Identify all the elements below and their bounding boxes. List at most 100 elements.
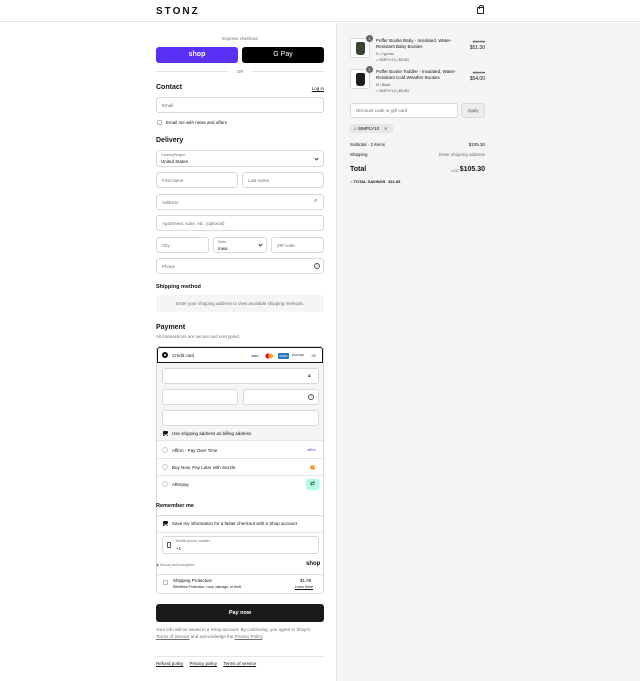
payment-subtitle: All transactions are secure and encrypte…: [156, 334, 241, 339]
protection-subtitle: Effortless Protection: Loss, damage, or …: [173, 585, 242, 589]
chevron-down-icon: [314, 156, 319, 161]
footer-links: Refund policy Privacy policy Terms of se…: [156, 661, 256, 666]
discover-icon: DISCOVER: [292, 355, 304, 357]
express-checkout-title: Express checkout: [222, 36, 258, 41]
last-name-field[interactable]: Last name: [242, 172, 324, 188]
payment-methods: Credit card VISA AMEX DISCOVER +5 🔒︎ ? U…: [156, 346, 325, 520]
applied-code-chip: ⌂ SIMPLY10 ×: [350, 124, 393, 133]
learn-more-link[interactable]: Learn More: [295, 585, 313, 589]
divider: [156, 71, 228, 72]
protection-checkbox[interactable]: [163, 580, 168, 585]
sezzle-option[interactable]: Buy Now, Pay Later with Sezzle sezzle: [157, 459, 325, 476]
expiration-field[interactable]: [162, 389, 238, 405]
zip-field[interactable]: ZIP code: [271, 237, 324, 253]
card-form: 🔒︎ ? Use shipping address as billing add…: [157, 363, 323, 441]
remember-heading: Remember me: [156, 503, 194, 509]
discount-tag: ⌂ SIMPLY10 (-$5.95): [376, 89, 409, 93]
bag-icon[interactable]: [477, 5, 484, 14]
shipping-method-heading: Shipping method: [156, 284, 201, 290]
save-info-label: Save my information for a faster checkou…: [172, 521, 297, 526]
country-select[interactable]: Country/Region United States: [156, 150, 324, 167]
afterpay-radio[interactable]: [162, 481, 168, 487]
news-checkbox[interactable]: [157, 120, 162, 125]
total-label: Total: [350, 166, 367, 173]
credit-card-radio[interactable]: [162, 352, 168, 358]
search-icon: ⌕: [314, 198, 318, 204]
security-code-field[interactable]: ?: [243, 389, 319, 405]
name-on-card-field[interactable]: [162, 410, 319, 426]
shop-logo: shop: [306, 561, 321, 567]
chevron-down-icon: [258, 242, 263, 247]
pay-now-button[interactable]: Pay now: [156, 604, 324, 622]
product-name: Puffer Bootie Baby - Insulated, Water-Re…: [376, 38, 452, 49]
legal-text: Your info will be saved to a Shop accoun…: [156, 627, 311, 639]
billing-label: Use shipping address as billing address: [172, 431, 252, 436]
email-field[interactable]: Email: [156, 97, 324, 113]
mastercard-icon: [264, 353, 274, 359]
credit-card-option[interactable]: Credit card VISA AMEX DISCOVER +5: [157, 347, 323, 363]
protection-price: $1.09: [300, 578, 312, 583]
visa-icon: VISA: [251, 354, 259, 358]
phone-icon: [167, 542, 171, 548]
product-name: Puffer Bootie Toddler - Insulated, Water…: [376, 69, 456, 80]
order-summary-pane: 1 Puffer Bootie Baby - Insulated, Water-…: [336, 23, 640, 681]
city-field[interactable]: City: [156, 237, 209, 253]
item-price: $54.00: [469, 76, 485, 82]
apartment-field[interactable]: Apartment, suite, etc. (optional): [156, 215, 324, 231]
protection-title: Shipping Protection: [173, 578, 213, 583]
footer-divider: [156, 656, 324, 657]
or-label: OR: [236, 69, 244, 74]
mobile-phone-field[interactable]: Mobile phone number +1: [162, 536, 319, 554]
card-number-field[interactable]: 🔒︎: [162, 368, 319, 384]
delivery-heading: Delivery: [156, 137, 184, 144]
remember-phone-area: Mobile phone number +1: [157, 532, 323, 579]
state-select[interactable]: State Iowa: [213, 237, 267, 253]
lock-icon: 🔒︎: [308, 373, 311, 379]
product-variant: S / Cypress: [376, 52, 395, 56]
apply-button[interactable]: Apply: [461, 103, 485, 118]
refund-policy-link[interactable]: Refund policy: [156, 661, 183, 666]
affirm-logo-icon: affirm: [307, 448, 316, 452]
shop-pay-button[interactable]: shop: [156, 47, 238, 63]
discount-tag: ⌂ SIMPLY10 (-$5.65): [376, 58, 409, 62]
save-info-checkbox[interactable]: [163, 521, 168, 526]
old-price: $59.50: [472, 70, 485, 75]
old-price: $56.50: [472, 39, 485, 44]
address-field[interactable]: Address ⌕: [156, 194, 324, 210]
more-cards-label: +5: [311, 353, 316, 358]
privacy-link[interactable]: Privacy Policy: [235, 634, 263, 639]
privacy-policy-link[interactable]: Privacy policy: [190, 661, 218, 666]
affirm-option[interactable]: Affirm - Pay Over Time affirm: [157, 442, 325, 459]
afterpay-logo-icon: ⇄: [306, 479, 319, 490]
remember-box: Save my information for a faster checkou…: [156, 515, 324, 581]
credit-card-label: Credit card: [172, 353, 195, 358]
news-label: Email me with news and offers: [166, 120, 227, 125]
secure-label: ◉ Secure and encrypted: [156, 563, 195, 567]
quantity-badge: 1: [366, 35, 373, 42]
shipping-protection[interactable]: Shipping Protection Effortless Protectio…: [156, 574, 324, 594]
first-name-field[interactable]: First name: [156, 172, 238, 188]
terms-link[interactable]: Terms of Service: [156, 634, 190, 639]
sezzle-logo-icon: sezzle: [310, 465, 315, 470]
discount-code-input[interactable]: Discount code or gift card: [350, 103, 458, 118]
product-variant: M / Black: [376, 83, 391, 87]
terms-of-service-link[interactable]: Terms of service: [223, 661, 256, 666]
google-pay-button[interactable]: G Pay: [242, 47, 324, 63]
remove-code-icon[interactable]: ×: [384, 126, 387, 131]
total-value: $105.30: [459, 166, 485, 173]
divider: [252, 71, 324, 72]
help-icon[interactable]: ?: [308, 394, 314, 400]
total-savings: ⌂ TOTAL SAVINGS $11.69: [350, 179, 401, 184]
billing-checkbox[interactable]: [163, 431, 168, 436]
sezzle-radio[interactable]: [162, 464, 168, 470]
shipping-method-note: Enter your shipping address to view avai…: [156, 295, 324, 312]
login-link[interactable]: Log in: [306, 86, 324, 91]
subtotal-value: $105.30: [468, 142, 485, 147]
shipping-label: Shipping: [350, 152, 368, 157]
shipping-value: Enter shipping address: [438, 152, 485, 157]
help-icon[interactable]: ?: [314, 263, 320, 269]
afterpay-option[interactable]: Afterpay ⇄: [157, 476, 325, 493]
store-logo[interactable]: STONZ: [156, 6, 200, 17]
phone-field[interactable]: Phone ?: [156, 258, 324, 274]
affirm-radio[interactable]: [162, 447, 168, 453]
